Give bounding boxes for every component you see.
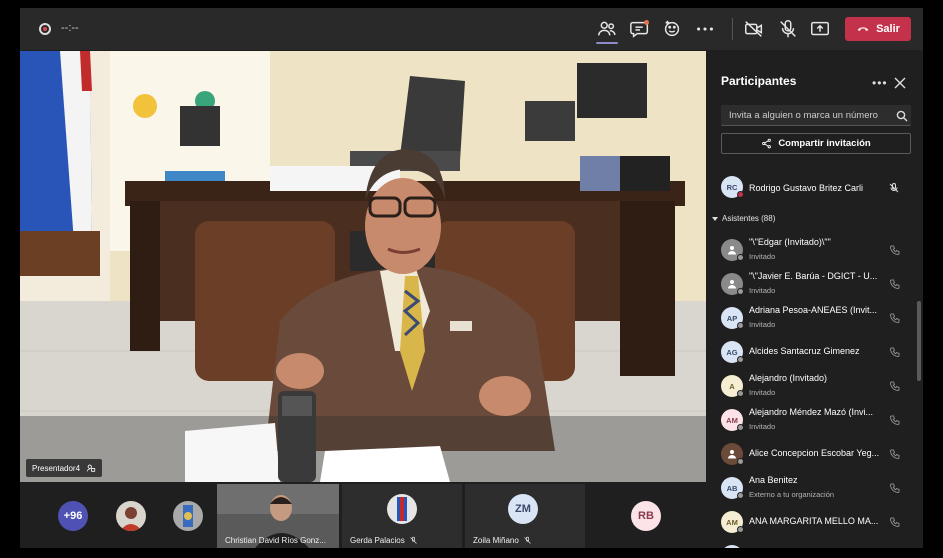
presenter-name-badge: Presentador4 — [26, 459, 103, 477]
status-dot — [737, 492, 744, 499]
participant-row[interactable]: AB Ana Benitez Externo a tu organización — [721, 472, 917, 506]
status-dot — [737, 424, 744, 431]
participant-row[interactable]: "\"Edgar (Invitado)\"" Invitado — [721, 234, 917, 268]
participant-name: Rodrigo Gustavo Britez Carli — [749, 183, 864, 193]
meeting-timer: --:-- — [61, 22, 79, 34]
attendees-section-header[interactable]: Asistentes (88) — [712, 214, 775, 223]
leave-label: Salir — [876, 23, 900, 35]
close-icon[interactable] — [894, 77, 906, 89]
attendees-section-label: Asistentes (88) — [722, 214, 776, 223]
share-invite-label: Compartir invitación — [778, 138, 871, 149]
call-icon[interactable] — [889, 516, 901, 528]
participant-row[interactable]: "\"Javier E. Barúa - DGICT - U... Invitad… — [721, 268, 917, 302]
participant-row[interactable]: CACarmen Aguilera (Invitado) — [721, 540, 917, 548]
participant-name: Adriana Pesoa-ANEAES (Invit... — [749, 305, 878, 315]
call-icon[interactable] — [889, 448, 901, 460]
status-dot — [737, 356, 744, 363]
meeting-toolbar: --:-- Salir — [20, 8, 923, 50]
record-icon[interactable] — [39, 23, 51, 35]
mic-off-icon — [409, 536, 417, 544]
participant-name: "\"Edgar (Invitado)\"" — [749, 237, 831, 247]
mic-off-icon[interactable] — [888, 182, 900, 194]
participant-row[interactable]: AM Alejandro Méndez Mazó (Invi... Invitado — [721, 404, 917, 438]
call-icon[interactable] — [889, 312, 901, 324]
participant-row[interactable]: AP Adriana Pesoa-ANEAES (Invit... Invitado — [721, 302, 917, 336]
presenter-icon — [86, 464, 96, 472]
participant-avatar-photo[interactable] — [173, 501, 203, 531]
participant-name: ANA MARGARITA MELLO MA... — [749, 516, 879, 526]
chat-notification-dot — [644, 20, 649, 25]
hangup-icon — [857, 27, 869, 32]
participant-role: Invitado — [749, 320, 776, 329]
participant-name: Ana Benitez — [749, 475, 798, 485]
participant-avatar-photo[interactable] — [116, 501, 146, 531]
participant-role: Invitado — [749, 286, 776, 295]
participant-tile[interactable]: ZM Zoila Miñano — [465, 484, 585, 548]
call-icon[interactable] — [889, 244, 901, 256]
panel-scrollbar[interactable] — [917, 301, 921, 381]
panel-title: Participantes — [721, 74, 797, 88]
status-dot — [737, 254, 744, 261]
share-icon — [762, 138, 772, 149]
participant-name: "\"Javier E. Barúa - DGICT - U... — [749, 271, 878, 281]
call-icon[interactable] — [889, 278, 901, 290]
camera-off-icon[interactable] — [743, 18, 765, 40]
mic-off-icon[interactable] — [777, 18, 799, 40]
meeting-window: --:-- Salir Presentador4 +96 Christian D… — [20, 8, 923, 548]
mic-off-icon — [524, 536, 531, 544]
participant-name: Alejandro Méndez Mazó (Invi... — [749, 407, 874, 417]
share-invite-button[interactable]: Compartir invitación — [721, 133, 911, 154]
search-icon[interactable] — [896, 110, 908, 122]
chevron-down-icon — [712, 216, 718, 221]
status-dot — [737, 458, 744, 465]
call-icon[interactable] — [889, 380, 901, 392]
call-icon[interactable] — [889, 482, 901, 494]
participant-role: Invitado — [749, 388, 776, 397]
participant-strip: +96 Christian David Ríos Gonz... Gerda P… — [20, 482, 706, 548]
participant-tile-active-speaker[interactable]: Christian David Ríos Gonz... — [217, 484, 339, 548]
status-dot — [737, 322, 744, 329]
tile-name-label: Christian David Ríos Gonz... — [225, 536, 326, 545]
status-dot — [737, 526, 744, 533]
participant-role: Invitado — [749, 252, 776, 261]
participant-row-presenter[interactable]: RC Rodrigo Gustavo Britez Carli — [721, 171, 917, 205]
participants-panel: Participantes ••• Invita a alguien o mar… — [707, 51, 923, 548]
presenter-name: Presentador4 — [32, 463, 81, 473]
speaker-video-feed — [20, 51, 706, 482]
leave-button[interactable]: Salir — [845, 17, 911, 41]
status-dot — [737, 288, 744, 295]
status-dot — [737, 390, 744, 397]
participant-name: Alcides Santacruz Gimenez — [749, 346, 860, 356]
participant-tile[interactable]: Gerda Palacios — [342, 484, 462, 548]
participants-icon[interactable] — [596, 18, 618, 40]
participant-role: Invitado — [749, 422, 776, 431]
tile-name-label: Zoila Miñano — [473, 536, 532, 545]
participant-avatar: CA — [721, 545, 743, 548]
share-screen-icon[interactable] — [809, 18, 831, 40]
participant-name: Alejandro (Invitado) — [749, 373, 828, 383]
participant-row[interactable]: A Alejandro (Invitado) Invitado — [721, 370, 917, 404]
participant-name: Alice Concepcion Escobar Yeg... — [749, 448, 880, 458]
active-tab-indicator — [596, 42, 618, 44]
main-video-stage[interactable]: Presentador4 — [20, 51, 706, 482]
status-dot — [737, 191, 744, 198]
more-icon[interactable] — [694, 18, 716, 40]
participant-row[interactable]: Alice Concepcion Escobar Yeg... — [721, 438, 917, 472]
participant-initials-avatar: ZM — [508, 494, 538, 524]
participant-row[interactable]: AG Alcides Santacruz Gimenez — [721, 336, 917, 370]
toolbar-divider — [732, 18, 733, 40]
tile-name-label: Gerda Palacios — [350, 536, 418, 545]
reactions-icon[interactable] — [661, 18, 683, 40]
participant-role: Externo a tu organización — [749, 490, 835, 499]
invite-search-input[interactable]: Invita a alguien o marca un número — [721, 105, 911, 126]
call-icon[interactable] — [889, 346, 901, 358]
call-icon[interactable] — [889, 414, 901, 426]
more-participants-button[interactable]: +96 — [58, 501, 88, 531]
panel-more-options-icon[interactable]: ••• — [872, 76, 888, 90]
participant-avatar-photo — [387, 494, 417, 524]
participant-initials-avatar[interactable]: RB — [631, 501, 661, 531]
participant-row[interactable]: AM ANA MARGARITA MELLO MA... — [721, 506, 917, 540]
